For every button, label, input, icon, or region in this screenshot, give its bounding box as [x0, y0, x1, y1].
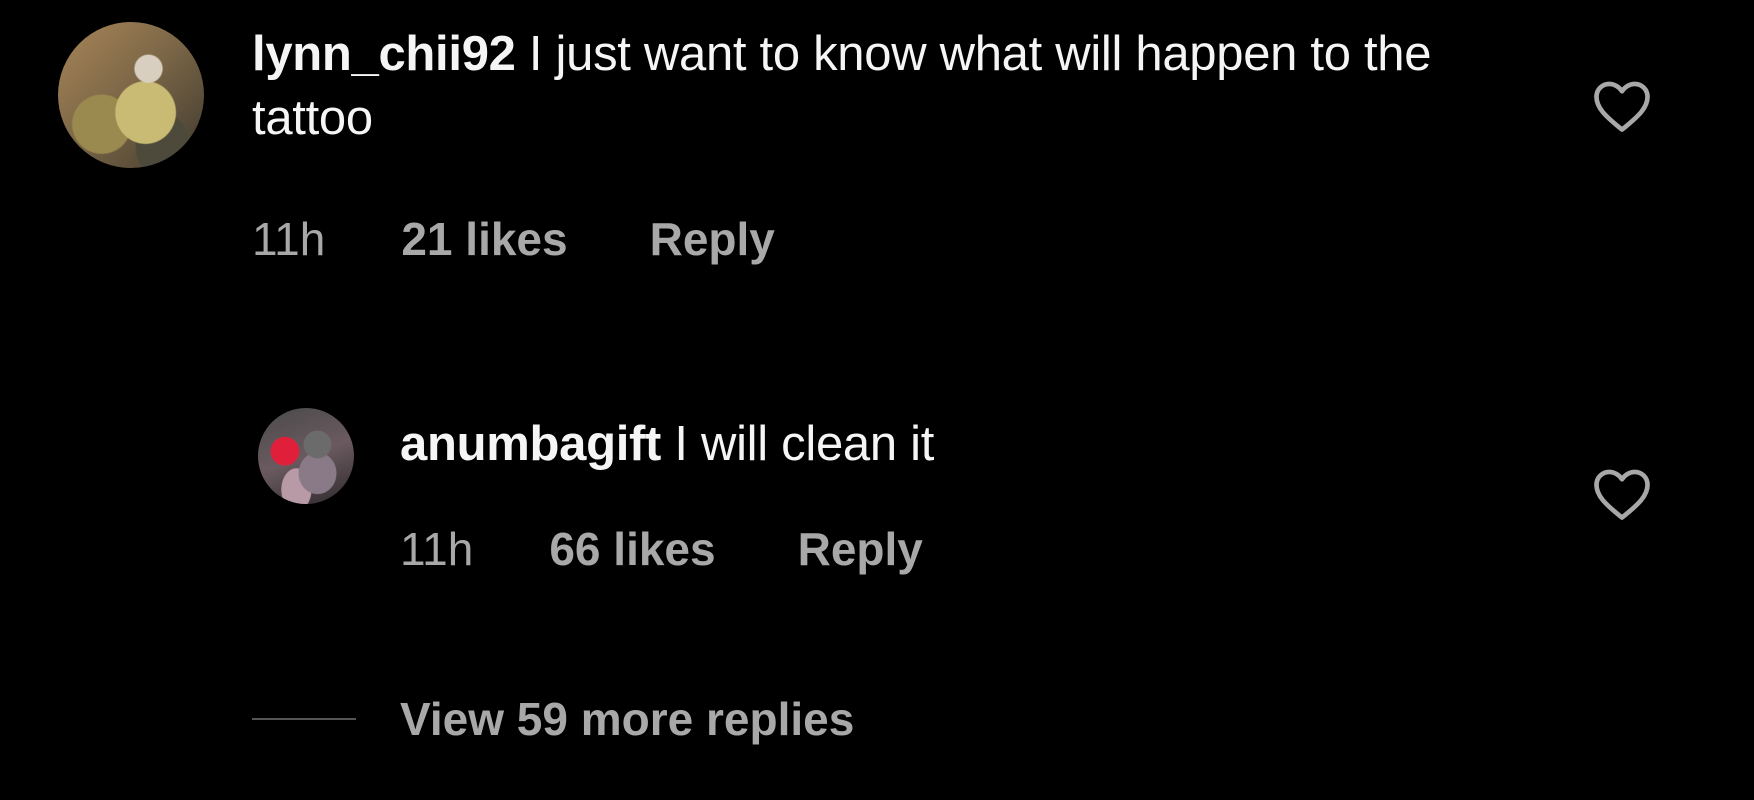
comment-timestamp: 11h	[252, 213, 326, 265]
reply-button[interactable]: Reply	[798, 522, 923, 576]
user-avatar[interactable]	[58, 22, 204, 168]
heart-icon[interactable]	[1592, 468, 1652, 522]
comment-likes-count[interactable]: 66 likes	[549, 522, 715, 576]
comment-timestamp: 11h	[400, 523, 474, 575]
user-avatar[interactable]	[258, 408, 354, 504]
comment-body: lynn_chii92 I just want to know what wil…	[252, 22, 1532, 150]
view-more-replies-button[interactable]: View 59 more replies	[252, 692, 854, 746]
comment-meta: 11h 21 likes Reply	[252, 212, 775, 266]
comment-text: I will clean it	[674, 417, 935, 471]
heart-icon[interactable]	[1592, 80, 1652, 134]
comment-likes-count[interactable]: 21 likes	[401, 212, 567, 266]
reply-button[interactable]: Reply	[650, 212, 775, 266]
view-more-replies-label: View 59 more replies	[400, 693, 855, 745]
comment-meta: 11h 66 likes Reply	[400, 522, 923, 576]
comment-username[interactable]: anumbagift	[400, 417, 661, 471]
comment-body: anumbagift I will clean it	[400, 412, 1500, 476]
divider-line	[252, 718, 356, 720]
comment-username[interactable]: lynn_chii92	[252, 27, 516, 81]
